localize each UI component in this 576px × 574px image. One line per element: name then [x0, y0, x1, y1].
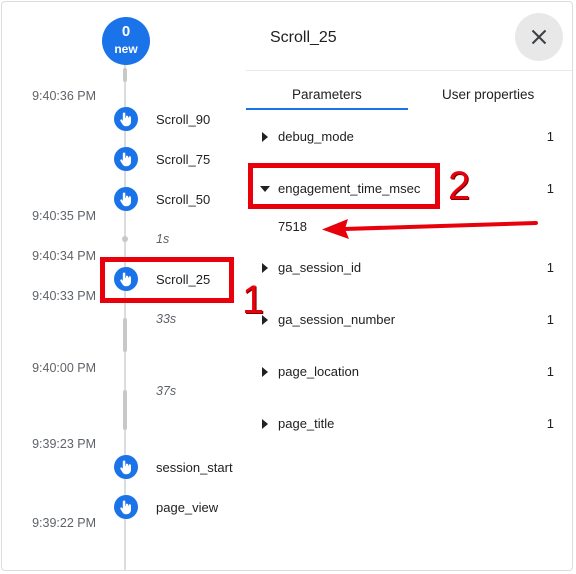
event-name: Scroll_90: [156, 112, 211, 127]
event-name: Scroll_75: [156, 152, 211, 167]
param-name: debug_mode: [278, 129, 354, 144]
timestamp: 9:40:35 PM: [32, 209, 96, 223]
annotation-number: 2: [448, 164, 471, 208]
param-row-debug-mode[interactable]: debug_mode 1: [246, 127, 572, 151]
timestamp: 9:39:23 PM: [32, 437, 96, 451]
param-row-ga-session-id[interactable]: ga_session_id 1: [246, 258, 572, 282]
param-count: 1: [546, 416, 554, 431]
param-row-page-title[interactable]: page_title 1: [246, 414, 572, 438]
timeline-gap-dot: [122, 236, 128, 242]
timestamp: 9:40:34 PM: [32, 249, 96, 263]
timeline-gap-bar: [123, 68, 127, 82]
param-name: ga_session_id: [278, 260, 362, 275]
param-value: 7518: [278, 219, 307, 234]
param-count: 1: [546, 181, 554, 196]
touch-hand-icon: [114, 495, 138, 519]
chevron-right-icon: [262, 263, 268, 273]
timeline-gap-bar: [123, 390, 127, 430]
param-count: 1: [546, 129, 554, 144]
close-icon: [531, 29, 547, 45]
arrow-annotation: [322, 219, 538, 239]
param-name: page_location: [278, 364, 359, 379]
tab-parameters[interactable]: Parameters: [292, 87, 362, 102]
timestamp: 9:40:00 PM: [32, 361, 96, 375]
new-events-badge[interactable]: 0 new: [102, 17, 150, 65]
param-name: page_title: [278, 416, 335, 431]
param-count: 1: [546, 312, 554, 327]
touch-hand-icon: [114, 187, 138, 211]
highlight-box-engagement-time: [248, 163, 440, 209]
timestamp: 9:40:33 PM: [32, 289, 96, 303]
event-name: page_view: [156, 500, 219, 515]
timestamp: 9:40:36 PM: [32, 89, 96, 103]
chevron-right-icon: [262, 419, 268, 429]
annotation-number: 1: [242, 278, 265, 322]
touch-hand-icon: [114, 107, 138, 131]
close-button[interactable]: [515, 13, 563, 61]
chevron-right-icon: [262, 367, 268, 377]
new-label: new: [114, 42, 138, 56]
highlight-box-scroll-25: [100, 257, 234, 303]
time-gap: 33s: [156, 312, 177, 326]
timestamp: 9:39:22 PM: [32, 516, 96, 530]
event-name: session_start: [156, 460, 233, 475]
chevron-right-icon: [262, 132, 268, 142]
time-gap: 37s: [156, 384, 177, 398]
param-count: 1: [546, 260, 554, 275]
time-gap: 1s: [156, 232, 170, 246]
active-tab-indicator: [246, 108, 408, 110]
param-row-page-location[interactable]: page_location 1: [246, 362, 572, 386]
event-name: Scroll_50: [156, 192, 211, 207]
touch-hand-icon: [114, 455, 138, 479]
param-row-ga-session-number[interactable]: ga_session_number 1: [246, 310, 572, 334]
param-name: ga_session_number: [278, 312, 396, 327]
timeline-line: [124, 60, 126, 570]
new-count: 0: [121, 23, 131, 40]
param-count: 1: [546, 364, 554, 379]
timeline-gap-bar: [123, 318, 127, 352]
event-details-title: Scroll_25: [270, 29, 337, 46]
tab-user-properties[interactable]: User properties: [442, 87, 534, 102]
touch-hand-icon: [114, 147, 138, 171]
